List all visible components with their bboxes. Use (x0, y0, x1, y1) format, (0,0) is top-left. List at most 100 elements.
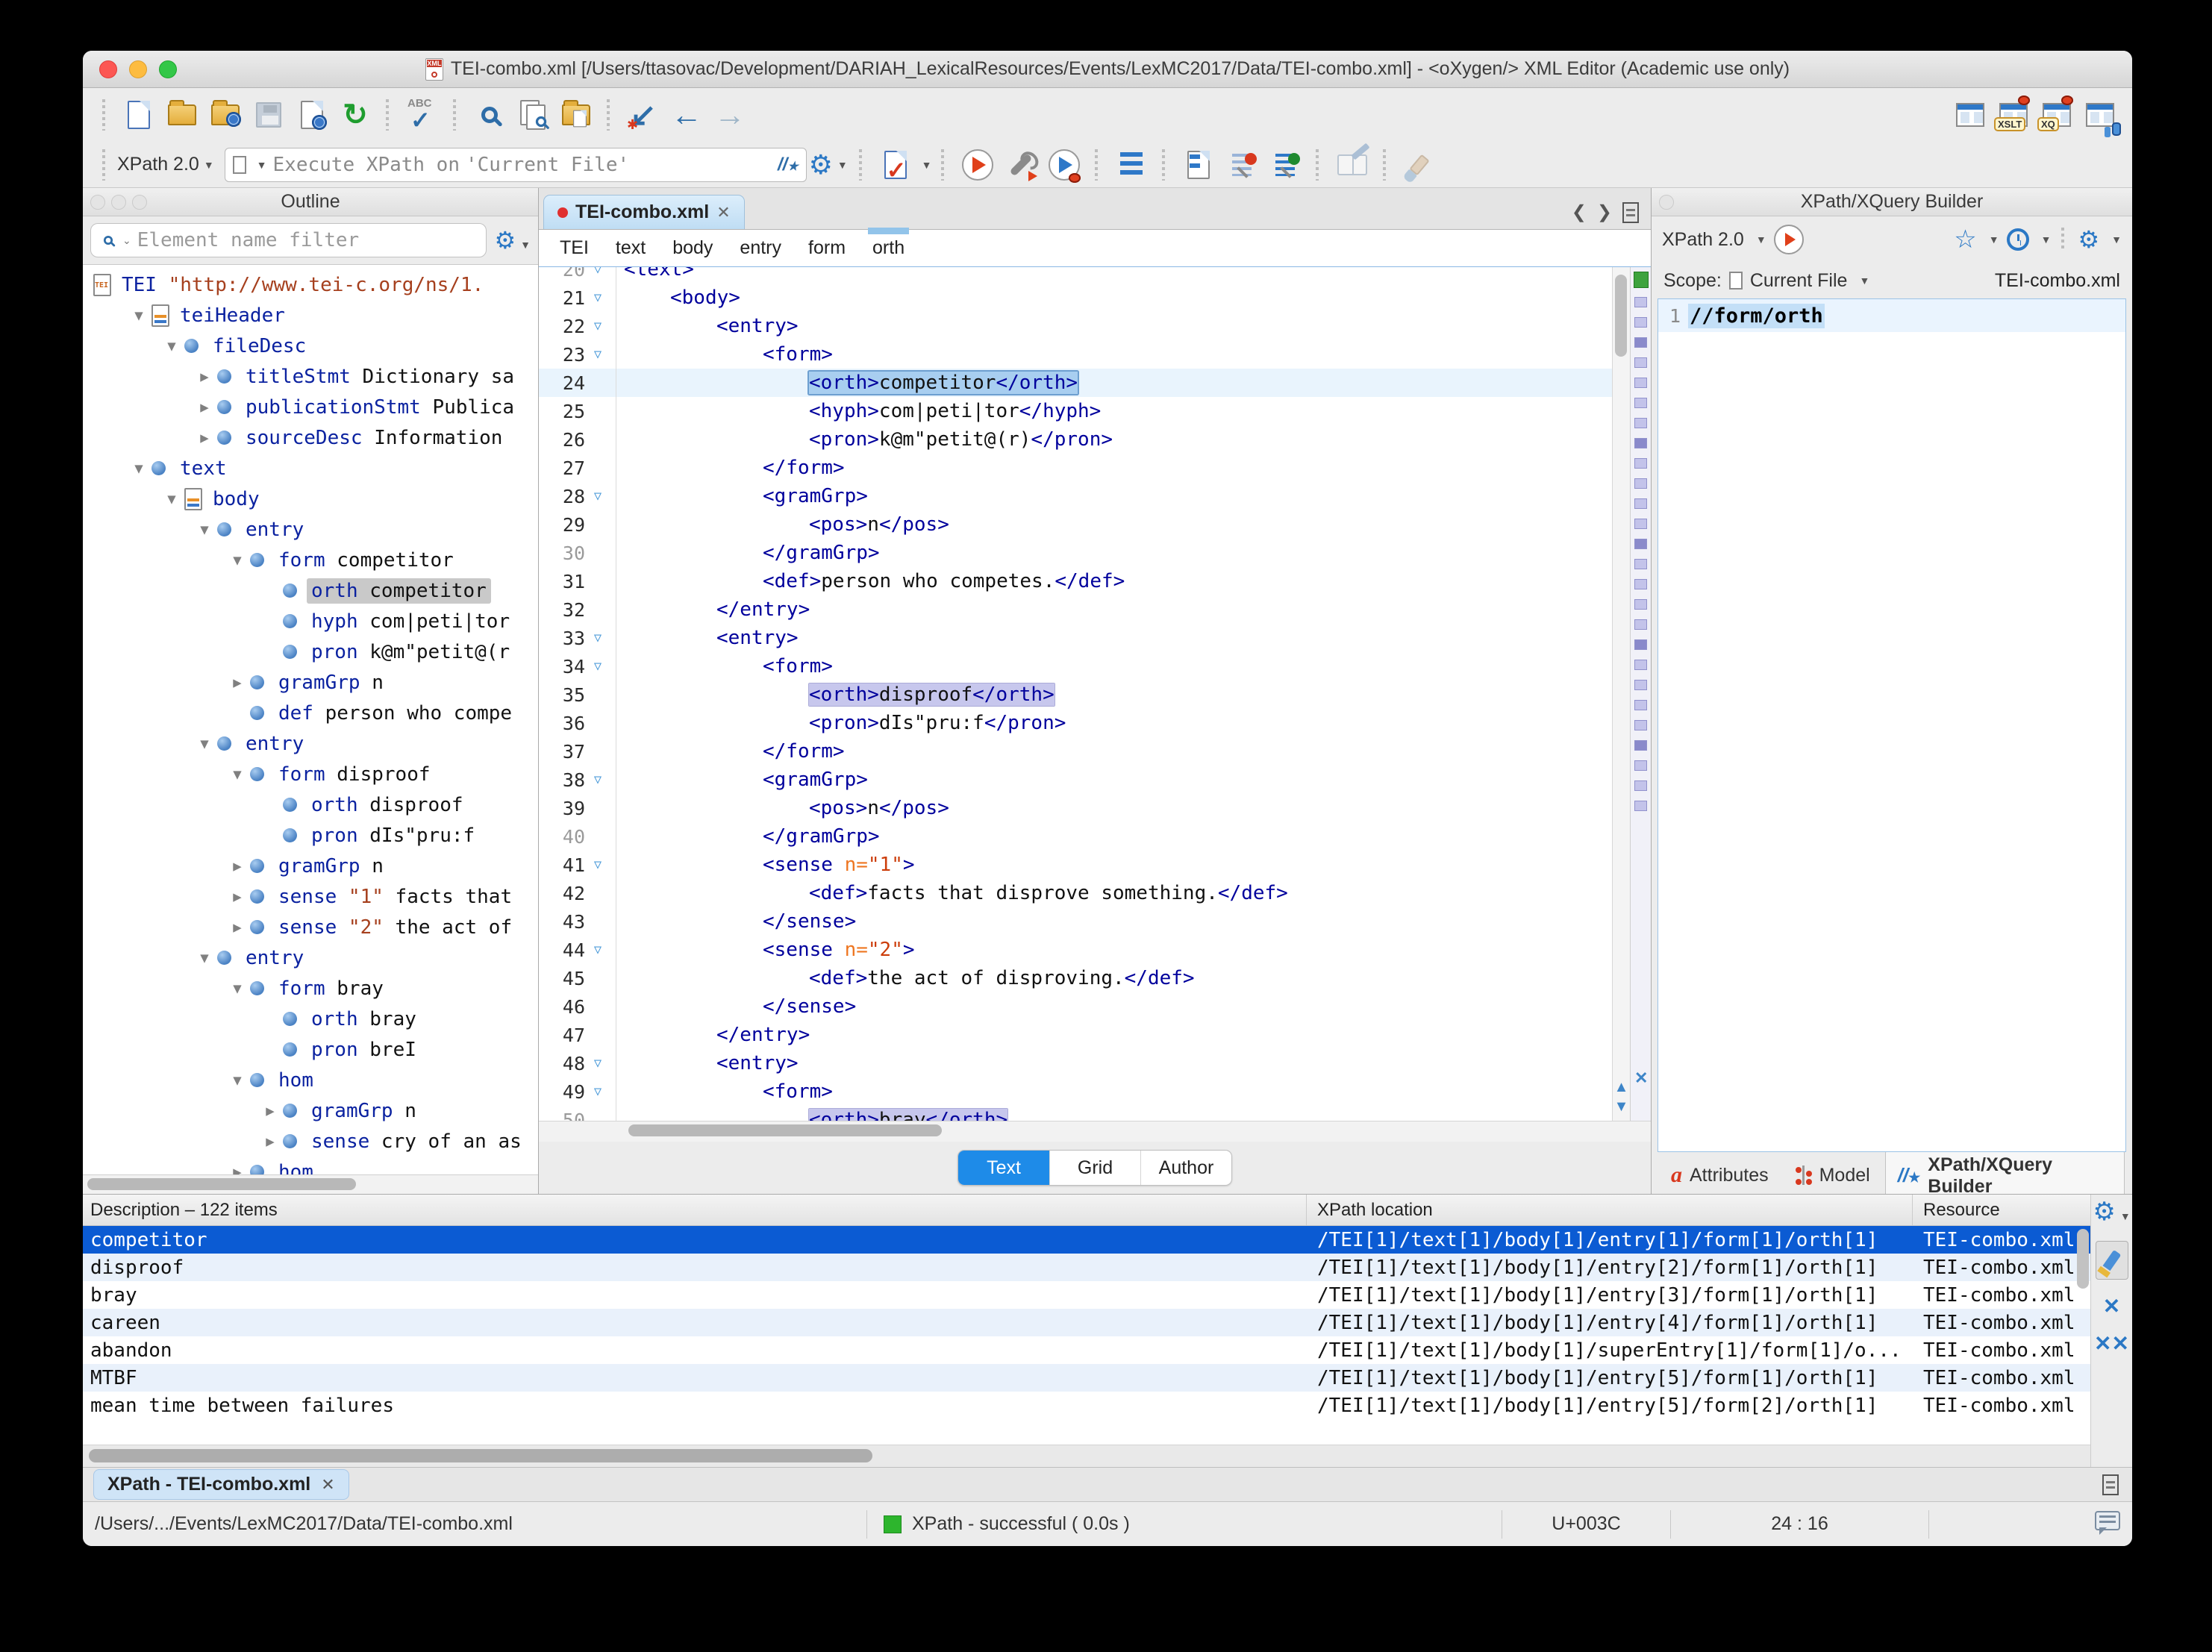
fold-icon[interactable]: ▽ (585, 857, 610, 872)
collapse-icon[interactable]: ▼ (159, 338, 184, 354)
code-line-49[interactable]: 49▽<form> (539, 1077, 1612, 1106)
results-header-xpath[interactable]: XPath location (1307, 1195, 1913, 1225)
outline-tree-item[interactable]: ▼form bray (83, 973, 538, 1004)
builder-settings-icon[interactable]: ⚙ (2078, 228, 2099, 251)
match-marker-icon[interactable] (1634, 700, 1647, 710)
last-modification-button[interactable]: ↙✱ (625, 97, 661, 133)
outline-tree-item[interactable]: pron breI (83, 1034, 538, 1065)
breadcrumb-item-form[interactable]: form (808, 237, 846, 259)
match-marker-icon[interactable] (1634, 398, 1647, 408)
expand-icon[interactable]: ▶ (225, 889, 250, 905)
highlight-results-button[interactable] (2096, 1241, 2128, 1280)
chevron-down-icon[interactable]: ▼ (922, 159, 932, 171)
xpath-builder-header[interactable]: XPath/XQuery Builder (1652, 188, 2132, 216)
breadcrumb-item-body[interactable]: body (672, 237, 713, 259)
collapse-icon[interactable]: ▼ (225, 552, 250, 569)
format-indent-button[interactable] (1113, 147, 1149, 183)
outline-tree-item[interactable]: pron k@m"petit@(r (83, 636, 538, 667)
outline-header[interactable]: Outline (83, 188, 538, 216)
fold-icon[interactable]: ▽ (585, 267, 610, 277)
match-marker-icon[interactable] (1634, 780, 1647, 791)
code-line-27[interactable]: 27</form> (539, 454, 1612, 482)
outline-settings-button[interactable]: ⚙▼ (494, 228, 531, 252)
fold-icon[interactable]: ▽ (585, 489, 610, 504)
expand-icon[interactable]: ▶ (225, 675, 250, 691)
code-line-48[interactable]: 48▽<entry> (539, 1049, 1612, 1077)
code-line-23[interactable]: 23▽<form> (539, 340, 1612, 369)
outline-tree-item[interactable]: ▼form competitor (83, 545, 538, 575)
outline-tree-item[interactable]: ▼body (83, 484, 538, 514)
close-tab-icon[interactable]: ✕ (716, 203, 730, 222)
configure-transformation-button[interactable] (1003, 147, 1039, 183)
close-results-icon[interactable]: ✕ (321, 1475, 334, 1495)
outline-tree-item[interactable]: ▶sense cry of an as (83, 1126, 538, 1157)
toolbar-drag-handle[interactable] (1095, 149, 1101, 181)
pin-outline-button[interactable] (1224, 147, 1260, 183)
code-line-39[interactable]: 39<pos>n</pos> (539, 794, 1612, 822)
open-file-button[interactable] (164, 97, 200, 133)
xpath-expression-combo[interactable]: ▼ Execute XPath on 'Current File' //★ (225, 148, 807, 182)
results-tab[interactable]: XPath - TEI-combo.xml ✕ (93, 1469, 349, 1500)
zoom-window-button[interactable] (159, 60, 177, 78)
xslt-debugger-button[interactable]: XSLT (1996, 97, 2031, 133)
chevron-down-icon[interactable]: ▼ (1989, 234, 1999, 245)
toolbar-drag-handle[interactable] (1162, 149, 1168, 181)
outline-tree-item[interactable]: ▶gramGrp n (83, 667, 538, 698)
builder-tab-model[interactable]: Model (1784, 1159, 1882, 1192)
import-document-button[interactable] (1181, 147, 1216, 183)
match-marker-icon[interactable] (1634, 579, 1647, 589)
scroll-up-icon[interactable]: ▲ (1613, 1077, 1630, 1097)
outline-tree-item[interactable]: ▼entry (83, 728, 538, 759)
xpath-version-dropdown[interactable]: XPath 2.0 (117, 154, 199, 175)
pin-results-button[interactable] (1267, 147, 1303, 183)
expand-icon[interactable]: ▶ (257, 1133, 283, 1150)
outline-tree-item[interactable]: orth disproof (83, 789, 538, 820)
minimize-window-button[interactable] (129, 60, 147, 78)
match-marker-icon[interactable] (1634, 317, 1647, 328)
result-row[interactable]: MTBF/TEI[1]/text[1]/body[1]/entry[5]/for… (83, 1364, 2090, 1392)
outline-tree-item[interactable]: TEI "http://www.tei-c.org/ns/1. (83, 269, 538, 300)
match-marker-icon[interactable] (1634, 478, 1647, 489)
code-line-26[interactable]: 26<pron>k@m"petit@(r)</pron> (539, 425, 1612, 454)
match-marker-icon[interactable] (1634, 297, 1647, 307)
fold-icon[interactable]: ▽ (585, 1084, 610, 1099)
code-line-38[interactable]: 38▽<gramGrp> (539, 766, 1612, 794)
code-line-45[interactable]: 45<def>the act of disproving.</def> (539, 964, 1612, 992)
match-marker-icon[interactable] (1634, 438, 1647, 448)
code-line-34[interactable]: 34▽<form> (539, 652, 1612, 680)
tab-list-icon[interactable] (1622, 202, 1639, 223)
expand-icon[interactable]: ▶ (192, 369, 217, 385)
code-line-24[interactable]: 24<orth>competitor</orth> (539, 369, 1612, 397)
view-button-text[interactable]: Text (958, 1151, 1049, 1185)
fold-icon[interactable]: ▽ (585, 290, 610, 305)
match-marker-icon[interactable] (1634, 639, 1647, 650)
format-painter-button[interactable] (1402, 147, 1437, 183)
expand-icon[interactable]: ▶ (225, 1164, 250, 1175)
new-document-button[interactable] (121, 97, 157, 133)
outline-tree-item[interactable]: hyph com|peti|tor (83, 606, 538, 636)
outline-tree-item[interactable]: ▶sourceDesc Information (83, 422, 538, 453)
code-line-50[interactable]: 50<orth>bray</orth> (539, 1106, 1612, 1121)
outline-tree-item[interactable]: ▼form disproof (83, 759, 538, 789)
toolbar-drag-handle[interactable] (1383, 149, 1389, 181)
code-line-31[interactable]: 31<def>person who competes.</def> (539, 567, 1612, 595)
collapse-icon[interactable]: ▼ (225, 766, 250, 783)
collapse-icon[interactable]: ▼ (159, 491, 184, 507)
close-window-button[interactable] (99, 60, 117, 78)
breadcrumb-item-TEI[interactable]: TEI (560, 237, 589, 259)
scrollbar-thumb[interactable] (1615, 275, 1627, 357)
outline-tree-item[interactable]: ▶publicationStmt Publica (83, 392, 538, 422)
match-marker-icon[interactable] (1634, 539, 1647, 549)
history-icon[interactable] (2007, 228, 2029, 251)
fold-icon[interactable]: ▽ (585, 659, 610, 674)
match-marker-icon[interactable] (1634, 458, 1647, 469)
xpath-expression[interactable]: //form/orth (1688, 304, 1825, 328)
toolbar-drag-handle[interactable] (1316, 149, 1322, 181)
results-rows[interactable]: competitor/TEI[1]/text[1]/body[1]/entry[… (83, 1226, 2090, 1445)
xpath-settings-button[interactable]: ⚙▼ (810, 147, 846, 183)
match-marker-icon[interactable] (1634, 740, 1647, 751)
results-header-description[interactable]: Description – 122 items (83, 1195, 1307, 1225)
notification-bubble-icon[interactable] (2095, 1511, 2120, 1530)
code-line-35[interactable]: 35<orth>disproof</orth> (539, 680, 1612, 709)
match-marker-icon[interactable] (1634, 337, 1647, 348)
